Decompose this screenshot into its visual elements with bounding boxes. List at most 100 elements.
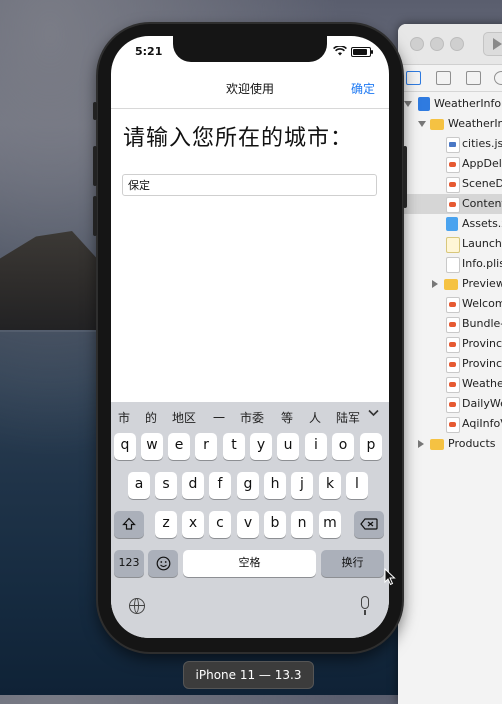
tree-row-file[interactable]: Bundle-Extension.swift — [398, 314, 502, 334]
volume-down-button[interactable] — [93, 196, 97, 236]
tree-row-file[interactable]: LaunchScreen.storyboard — [398, 234, 502, 254]
key-y[interactable]: y — [250, 433, 272, 460]
candidate-item[interactable]: 地区 — [172, 409, 196, 426]
key-z[interactable]: z — [155, 511, 177, 538]
key-v[interactable]: v — [237, 511, 259, 538]
navigation-bar: 欢迎使用 确定 — [111, 68, 389, 109]
tree-row-file[interactable]: ProvinceView.swift — [398, 334, 502, 354]
tree-row-file[interactable]: cities.json — [398, 134, 502, 154]
tree-label: ProvinceView.swift — [462, 337, 502, 350]
key-f[interactable]: f — [209, 472, 231, 499]
candidate-item[interactable]: 人 — [309, 409, 321, 426]
tree-row-file[interactable]: DailyWeatherView.swift — [398, 394, 502, 414]
key-l[interactable]: l — [346, 472, 368, 499]
mute-switch[interactable] — [93, 102, 97, 120]
key-n[interactable]: n — [291, 511, 313, 538]
volume-up-button[interactable] — [93, 146, 97, 186]
wifi-icon — [333, 45, 347, 59]
symbol-navigator-icon[interactable] — [466, 71, 481, 85]
candidate-bar: 市 的 地区 一 市委 等 人 陆军 — [111, 402, 389, 430]
pinyin-keyboard: 市 的 地区 一 市委 等 人 陆军 q w e r t y u i o p a… — [111, 402, 389, 638]
key-m[interactable]: m — [319, 511, 341, 538]
shift-key[interactable] — [114, 511, 144, 538]
tree-row-file[interactable]: WelcomeView.swift — [398, 294, 502, 314]
expand-candidates-icon[interactable] — [368, 406, 379, 421]
tree-row-file[interactable]: Assets.xcassets — [398, 214, 502, 234]
find-navigator-icon[interactable] — [494, 71, 502, 85]
disclosure-closed-icon[interactable] — [418, 440, 424, 448]
key-p[interactable]: p — [360, 433, 382, 460]
tree-row-file[interactable]: ProvinceListView.swift — [398, 354, 502, 374]
disclosure-open-icon[interactable] — [418, 121, 426, 127]
key-x[interactable]: x — [182, 511, 204, 538]
tree-label: Preview Content — [462, 277, 502, 290]
confirm-button[interactable]: 确定 — [351, 80, 375, 97]
tree-row-project[interactable]: WeatherInfo — [398, 94, 502, 114]
tree-row-group[interactable]: WeatherInfo — [398, 114, 502, 134]
tree-row-file[interactable]: AqiInfoView.swift — [398, 414, 502, 434]
tree-row-group[interactable]: Products — [398, 434, 502, 454]
key-t[interactable]: t — [223, 433, 245, 460]
key-i[interactable]: i — [305, 433, 327, 460]
city-prompt: 请输入您所在的城市： — [123, 126, 354, 151]
key-j[interactable]: j — [291, 472, 313, 499]
zoom-window-button[interactable] — [450, 37, 464, 51]
project-navigator-icon[interactable] — [406, 71, 421, 85]
folder-icon — [430, 439, 444, 450]
disclosure-closed-icon[interactable] — [432, 280, 438, 288]
tree-row-group[interactable]: Preview Content — [398, 274, 502, 294]
key-r[interactable]: r — [195, 433, 217, 460]
json-file-icon — [446, 137, 460, 153]
key-q[interactable]: q — [114, 433, 136, 460]
tree-row-file[interactable]: AppDelegate.swift — [398, 154, 502, 174]
tree-label: WelcomeView.swift — [462, 297, 502, 310]
minimize-window-button[interactable] — [430, 37, 444, 51]
key-w[interactable]: w — [141, 433, 163, 460]
tree-row-file[interactable]: WeatherView.swift — [398, 374, 502, 394]
project-icon — [418, 97, 430, 111]
tree-label: DailyWeatherView.swift — [462, 397, 502, 410]
globe-icon[interactable] — [129, 598, 145, 614]
candidate-item[interactable]: 陆军 — [336, 409, 360, 426]
swift-file-icon — [446, 337, 460, 353]
emoji-key[interactable] — [148, 550, 178, 577]
return-key[interactable]: 换行 — [321, 550, 384, 577]
city-input[interactable] — [122, 174, 377, 196]
tree-row-file[interactable]: SceneDelegate.swift — [398, 174, 502, 194]
key-h[interactable]: h — [264, 472, 286, 499]
numbers-key[interactable]: 123 — [114, 550, 144, 577]
microphone-icon[interactable] — [361, 596, 369, 615]
key-b[interactable]: b — [264, 511, 286, 538]
source-control-navigator-icon[interactable] — [436, 71, 451, 85]
candidate-item[interactable]: 的 — [145, 409, 157, 426]
disclosure-open-icon[interactable] — [404, 101, 412, 107]
candidate-item[interactable]: 市委 — [240, 409, 264, 426]
key-d[interactable]: d — [182, 472, 204, 499]
candidate-item[interactable]: 市 — [118, 409, 130, 426]
key-k[interactable]: k — [319, 472, 341, 499]
candidate-item[interactable]: 一 — [213, 409, 225, 426]
iphone-simulator: 5:21 欢迎使用 确定 请输入您所在的城市： 市 的 地区 一 市委 等 人 … — [93, 24, 407, 652]
swift-file-icon — [446, 357, 460, 373]
delete-key[interactable] — [354, 511, 384, 538]
tree-label: Info.plist — [462, 257, 502, 270]
tree-row-file[interactable]: Info.plist — [398, 254, 502, 274]
candidate-item[interactable]: 等 — [281, 409, 293, 426]
side-button[interactable] — [403, 146, 407, 208]
key-c[interactable]: c — [209, 511, 231, 538]
space-key[interactable]: 空格 — [183, 550, 316, 577]
key-e[interactable]: e — [168, 433, 190, 460]
tree-label: AppDelegate.swift — [462, 157, 502, 170]
key-s[interactable]: s — [155, 472, 177, 499]
close-window-button[interactable] — [410, 37, 424, 51]
emoji-icon — [156, 556, 170, 571]
swift-file-icon — [446, 157, 460, 173]
tree-row-file-selected[interactable]: ContentView.swift — [398, 194, 502, 214]
run-button[interactable] — [483, 32, 502, 56]
tree-label: ContentView.swift — [462, 197, 502, 210]
key-a[interactable]: a — [128, 472, 150, 499]
key-o[interactable]: o — [332, 433, 354, 460]
key-g[interactable]: g — [237, 472, 259, 499]
key-u[interactable]: u — [277, 433, 299, 460]
tree-label: WeatherInfo — [434, 97, 502, 110]
